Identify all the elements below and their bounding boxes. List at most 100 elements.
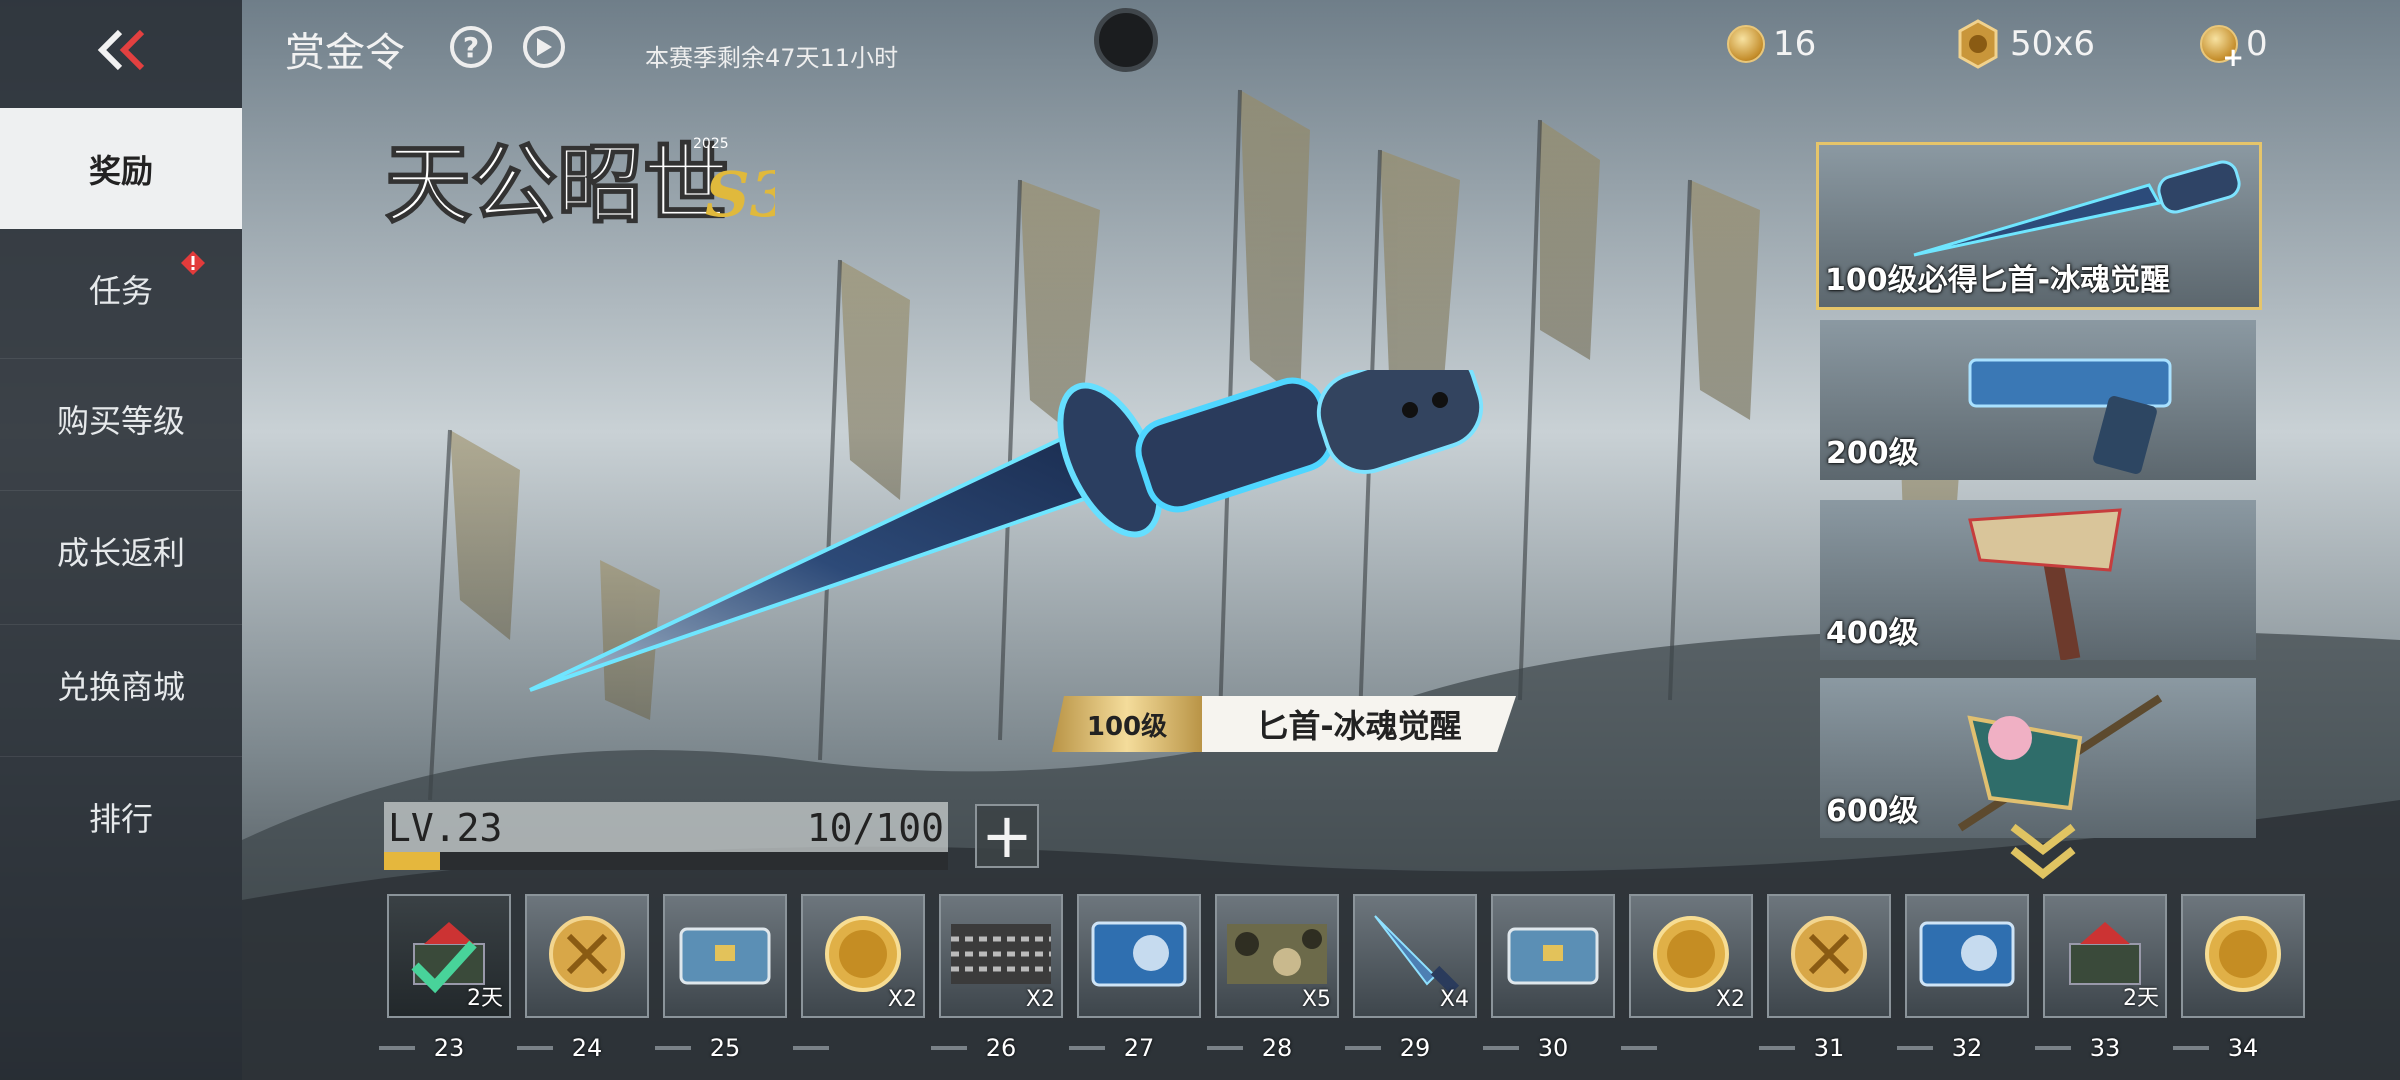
reward-quantity: 2天 [2123,986,2159,1011]
sidebar-item-growth-rebate[interactable]: 成长返利 [0,490,242,611]
sidebar-item-label: 排行 [88,800,153,838]
camo-icon [1227,924,1327,988]
track-divider [1483,1046,1519,1050]
reward-quantity: X2 [887,987,917,1012]
chevron-down-icon[interactable] [2008,822,2078,884]
level-progress: LV.23 10/100 [384,802,948,870]
reward-quantity: X2 [1715,987,1745,1012]
track-divider [1621,1046,1657,1050]
buy-level-plus-button[interactable]: + [975,804,1039,868]
currency-value: 0 [2246,24,2268,64]
question-icon[interactable]: ? [450,26,492,68]
reward-level-number: 31 [1813,1034,1845,1062]
reward-level-number: 26 [985,1034,1017,1062]
preview-label: 400级 [1826,616,1919,651]
preview-card-600[interactable]: 600级 [1820,678,2256,838]
reward-level-number: 24 [571,1034,603,1062]
featured-reward-name: 匕首-冰魂觉醒 [1202,696,1516,752]
track-divider [517,1046,553,1050]
reward-level-number: 33 [2089,1034,2121,1062]
svg-text:2025: 2025 [693,136,729,152]
track-divider [1345,1046,1381,1050]
sidebar-item-ranking[interactable]: 排行 [0,756,242,877]
preview-label: 100级必得匕首-冰魂觉醒 [1825,263,2171,298]
reward-quantity: X5 [1301,987,1331,1012]
track-divider [379,1046,415,1050]
track-divider [793,1046,829,1050]
preview-card-400[interactable]: 400级 [1820,500,2256,660]
preview-label: 600级 [1826,794,1919,829]
progress-track [384,852,948,870]
gold-coin-icon [1727,25,1765,63]
currency-value: 50x6 [2010,24,2096,64]
reward-level-number: 30 [1537,1034,1569,1062]
reward-tile[interactable] [1767,894,1891,1018]
reward-level-number: 25 [709,1034,741,1062]
gold-medal-icon [1958,19,1998,69]
reward-tile[interactable]: 2天 [2043,894,2167,1018]
sidebar-item-tasks[interactable]: 任务 [0,228,242,349]
coin-icon [2201,912,2285,1000]
season-logo: 天公昭世 S3 2025 [385,134,775,236]
reward-tile[interactable] [1077,894,1201,1018]
reward-level-number: 28 [1261,1034,1293,1062]
sidebar-item-rewards[interactable]: 奖励 [0,108,242,229]
track-divider [1759,1046,1795,1050]
reward-tile[interactable] [525,894,649,1018]
sidebar-item-exchange-store[interactable]: 兑换商城 [0,624,242,745]
currency-token[interactable]: + 0 [2200,22,2268,73]
featured-dagger-image [529,370,1484,692]
camera-cutout [1094,8,1158,72]
reward-level-number: 29 [1399,1034,1431,1062]
svg-text:S3: S3 [705,158,775,231]
sidebar-item-label: 购买等级 [56,402,185,440]
reward-level-number: 32 [1951,1034,1983,1062]
medal-icon [1787,912,1871,1000]
reward-tile[interactable]: X2 [1629,894,1753,1018]
reward-tile[interactable] [1491,894,1615,1018]
track-divider [1069,1046,1105,1050]
featured-level-label: 100级 [1052,696,1202,752]
preview-card-200[interactable]: 200级 [1820,320,2256,480]
back-button[interactable] [0,0,242,100]
svg-text:天公昭世: 天公昭世 [385,135,729,235]
reward-tile[interactable] [1905,894,2029,1018]
reward-tile[interactable]: X4 [1353,894,1477,1018]
season-remaining-text: 本赛季剩余47天11小时 [645,44,899,72]
progress-fill [384,852,441,870]
reward-level-number: 23 [433,1034,465,1062]
card-icon [1091,921,1187,991]
notification-badge-icon [181,251,205,275]
currency-value: 16 [1773,24,1817,64]
featured-reward-tag: 100级 匕首-冰魂觉醒 [1052,696,1516,752]
reward-quantity: X2 [1025,987,1055,1012]
play-icon[interactable] [523,26,565,68]
sidebar-item-label: 兑换商城 [56,668,185,706]
reward-tile[interactable]: X5 [1215,894,1339,1018]
play-triangle-icon [537,38,552,56]
reward-tile[interactable] [2181,894,2305,1018]
sidebar-item-buy-levels[interactable]: 购买等级 [0,358,242,479]
currency-gold-coin[interactable]: 16 [1727,22,1816,66]
medal-icon [545,912,629,1000]
reward-tile[interactable]: X2 [801,894,925,1018]
currency-gold-medal[interactable]: 50x6 [1956,19,2096,69]
chest-icon [1503,919,1603,993]
reward-tile[interactable]: X2 [939,894,1063,1018]
track-divider [2035,1046,2071,1050]
sidebar-item-label: 任务 [88,272,153,310]
sidebar-item-label: 奖励 [88,152,153,190]
preview-card-100[interactable]: 100级必得匕首-冰魂觉醒 [1816,142,2262,310]
stripes-icon [951,924,1051,988]
track-divider [1207,1046,1243,1050]
reward-quantity: 2天 [467,986,503,1011]
card-icon [1919,921,2015,991]
reward-tile[interactable]: 2天 [387,894,511,1018]
token-add-icon: + [2200,25,2244,73]
back-arrow-icon [97,29,145,71]
reward-tile[interactable] [663,894,787,1018]
page-title: 赏金令 [285,30,405,76]
level-label: LV.23 [388,806,503,850]
reward-quantity: X4 [1439,987,1469,1012]
reward-level-number: 34 [2227,1034,2259,1062]
